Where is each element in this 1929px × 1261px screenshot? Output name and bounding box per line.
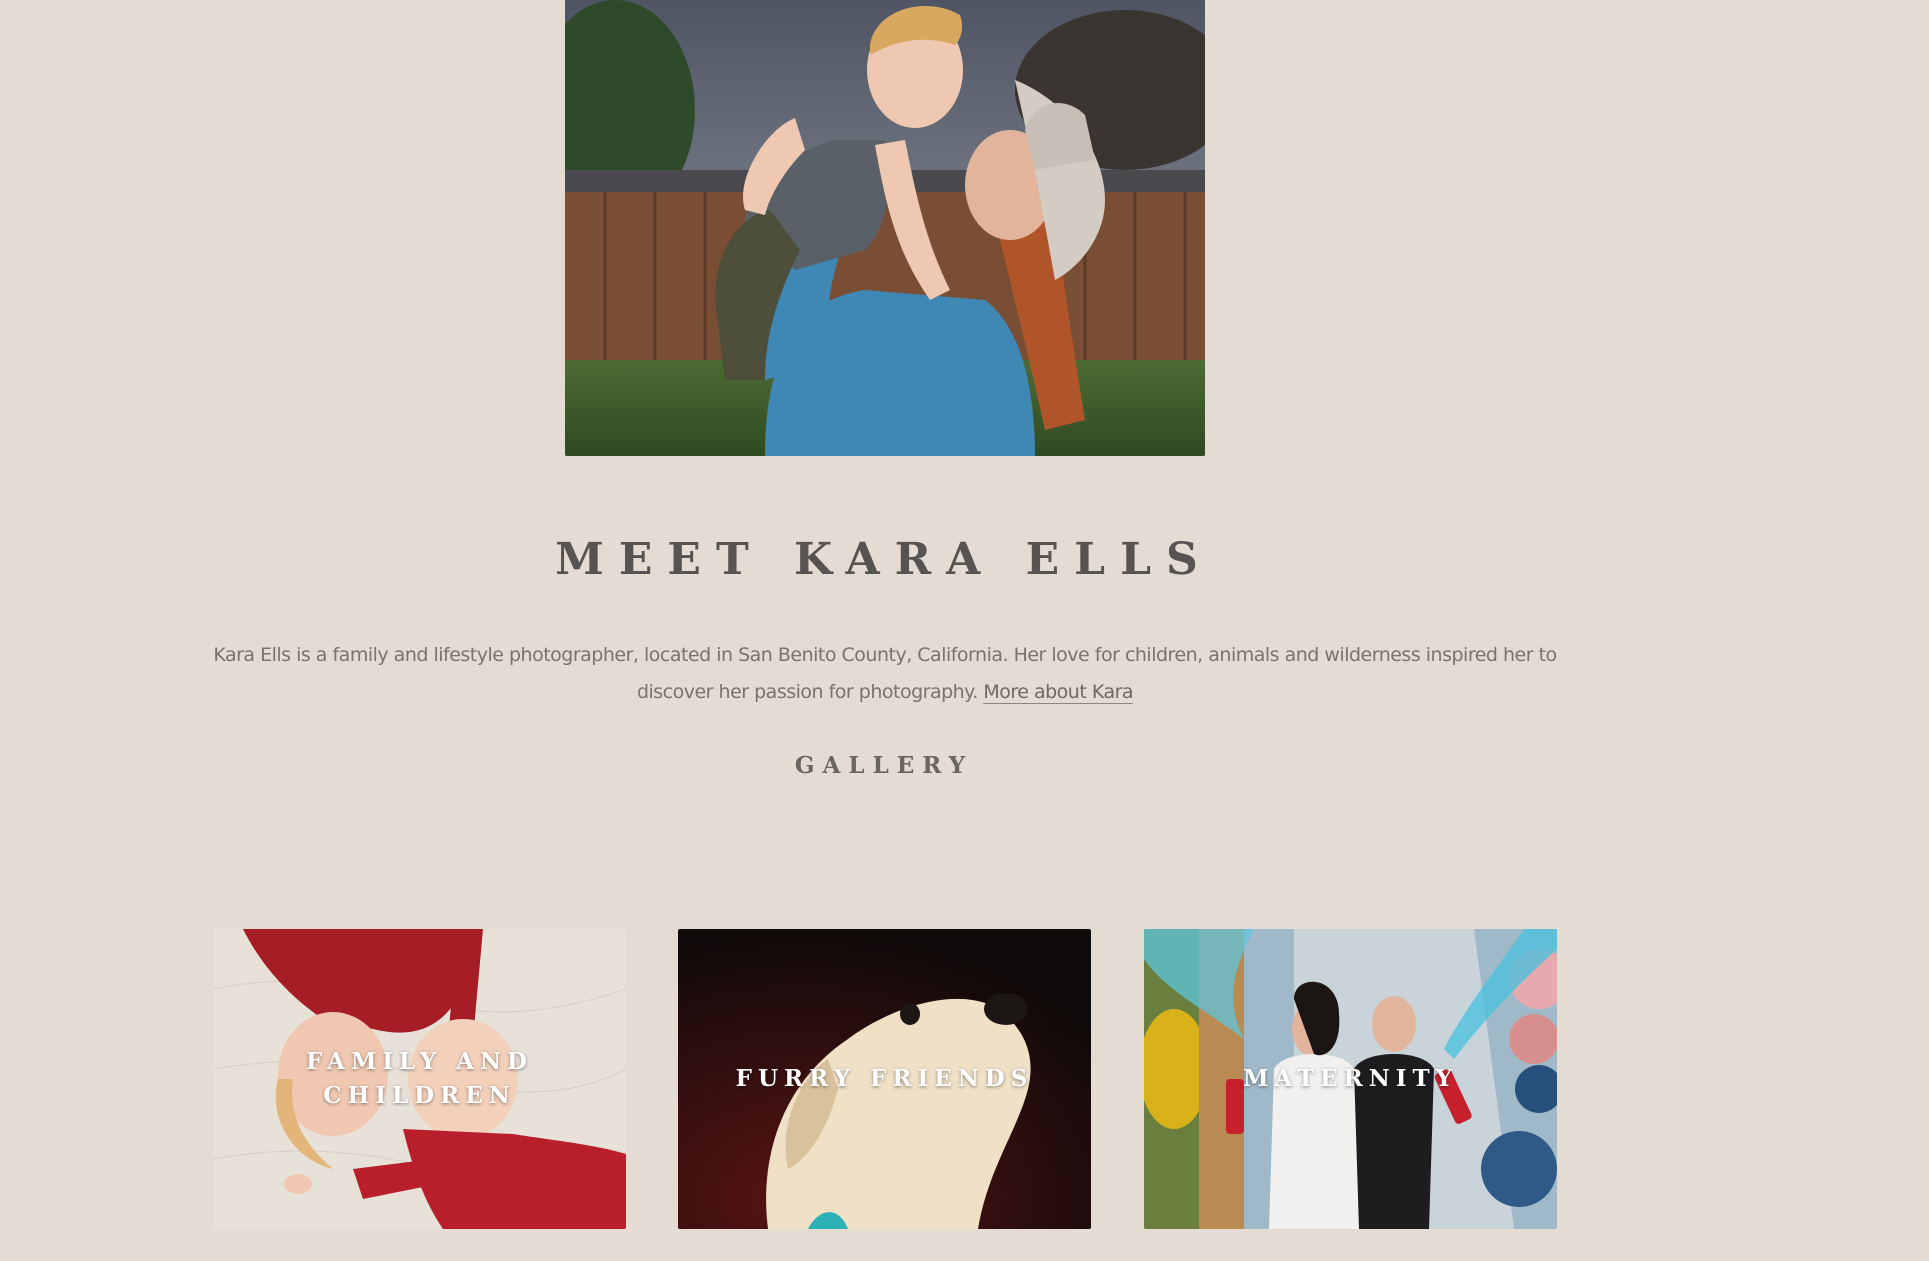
gallery-card-family-and-children[interactable]: FAMILY AND CHILDREN (213, 929, 626, 1229)
bio-paragraph: Kara Ells is a family and lifestyle phot… (205, 637, 1565, 711)
family-children-caption: FAMILY AND CHILDREN (306, 1048, 533, 1109)
bio-text: Kara Ells is a family and lifestyle phot… (213, 644, 1557, 703)
hero-photo-image (565, 0, 1205, 456)
more-about-link[interactable]: More about Kara (983, 681, 1134, 704)
hero-photo (565, 0, 1205, 456)
page-title: MEET KARA ELLS (555, 534, 1213, 585)
maternity-caption: MATERNITY (1242, 1065, 1459, 1092)
gallery-heading: GALLERY (794, 752, 974, 779)
gallery-card-furry-friends[interactable]: FURRY FRIENDS (678, 929, 1091, 1229)
gallery-card-maternity[interactable]: MATERNITY (1144, 929, 1557, 1229)
furry-friends-caption: FURRY FRIENDS (735, 1065, 1034, 1092)
